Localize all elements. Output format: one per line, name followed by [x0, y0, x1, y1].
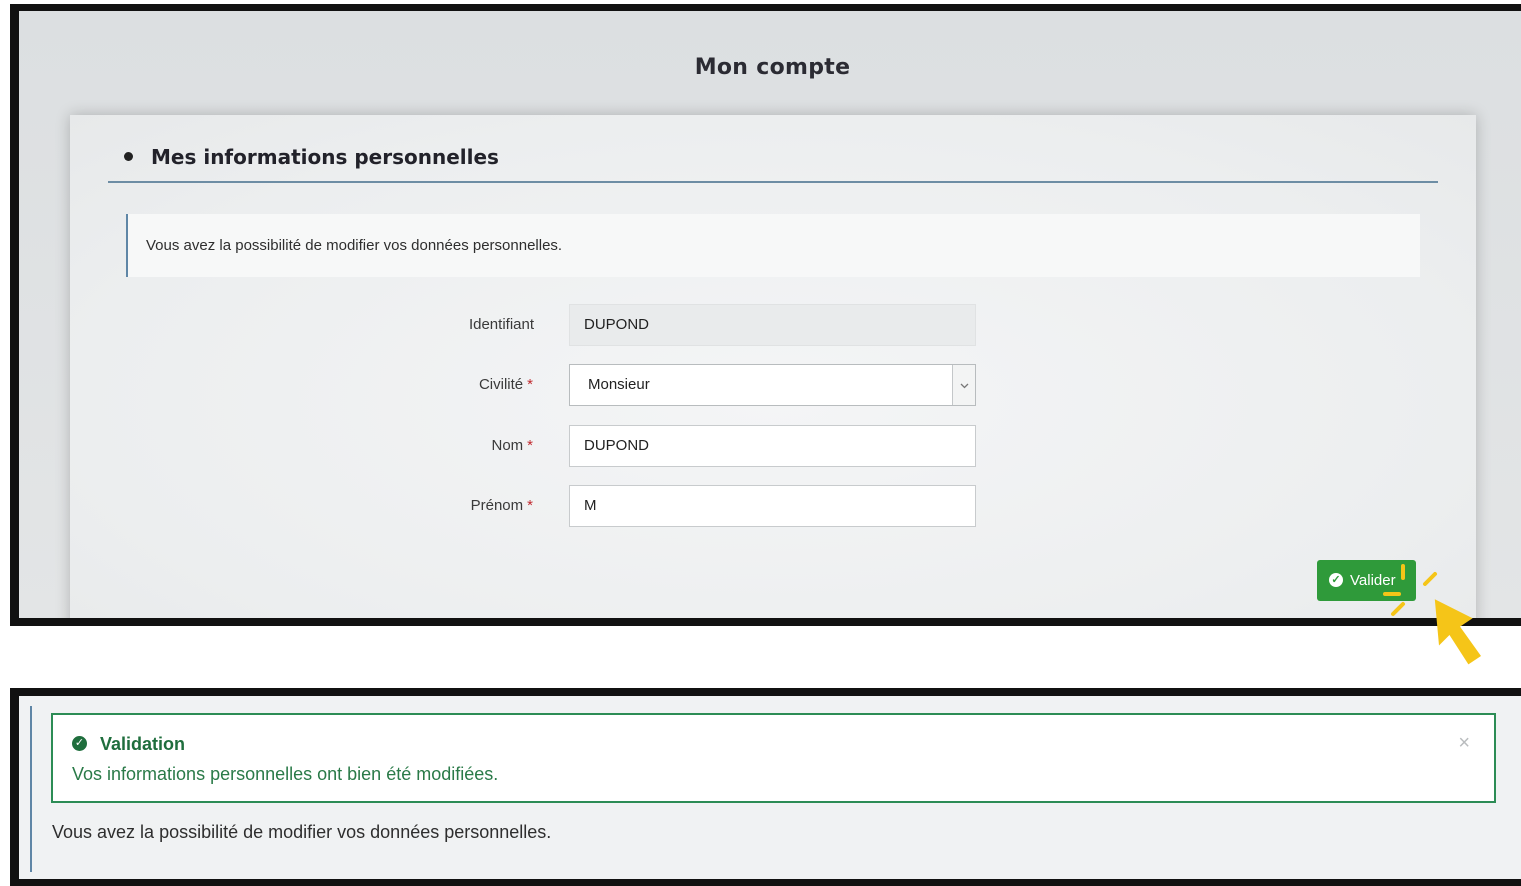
prenom-input[interactable]: M — [569, 485, 976, 527]
account-form-screenshot: Mon compte Mes informations personnelles… — [10, 4, 1521, 626]
page-title: Mon compte — [694, 55, 851, 80]
info-box: Vous avez la possibilité de modifier vos… — [126, 214, 1420, 277]
civilite-label: Civilité * — [478, 376, 533, 393]
validate-button[interactable]: ✓ Valider — [1317, 560, 1416, 601]
form-row-civilite: Civilité * Monsieur — [70, 364, 1476, 406]
check-circle-icon: ✓ — [72, 735, 87, 751]
section-title: Mes informations personnelles — [151, 145, 499, 169]
form-row-prenom: Prénom * M — [70, 485, 1476, 527]
validate-label: Valider — [1350, 572, 1396, 589]
info-text: Vous avez la possibilité de modifier vos… — [52, 822, 552, 842]
required-marker: * — [527, 376, 533, 393]
check-circle-icon: ✓ — [1329, 573, 1343, 588]
nom-input[interactable]: DUPOND — [569, 425, 976, 467]
alert-title: Validation — [100, 734, 186, 754]
chevron-down-icon[interactable] — [952, 365, 975, 405]
alert-message: Vos informations personnelles ont bien é… — [72, 764, 499, 784]
form-row-nom: Nom * DUPOND — [70, 425, 1476, 467]
form-row-identifiant: Identifiant DUPOND — [70, 304, 1476, 346]
required-marker: * — [527, 437, 533, 454]
alert-header: ✓ Validation — [72, 734, 185, 755]
nom-label: Nom * — [491, 437, 533, 454]
section-divider — [108, 181, 1438, 183]
civilite-value: Monsieur — [588, 376, 650, 393]
info-text: Vous avez la possibilité de modifier vos… — [146, 237, 563, 254]
civilite-select[interactable]: Monsieur — [569, 364, 976, 406]
accent-bar — [30, 706, 32, 872]
bullet-icon — [124, 152, 133, 161]
identifiant-field: DUPOND — [569, 304, 976, 346]
prenom-label: Prénom * — [470, 497, 533, 514]
success-alert: ✓ Validation Vos informations personnelle… — [51, 713, 1496, 803]
section-header: Mes informations personnelles — [110, 145, 499, 169]
confirmation-screenshot: ✓ Validation Vos informations personnelle… — [10, 688, 1521, 886]
identifiant-label: Identifiant — [468, 316, 534, 333]
personal-info-panel: Mes informations personnelles Vous avez … — [70, 115, 1476, 618]
close-icon[interactable]: × — [1458, 732, 1470, 755]
required-marker: * — [527, 497, 533, 514]
